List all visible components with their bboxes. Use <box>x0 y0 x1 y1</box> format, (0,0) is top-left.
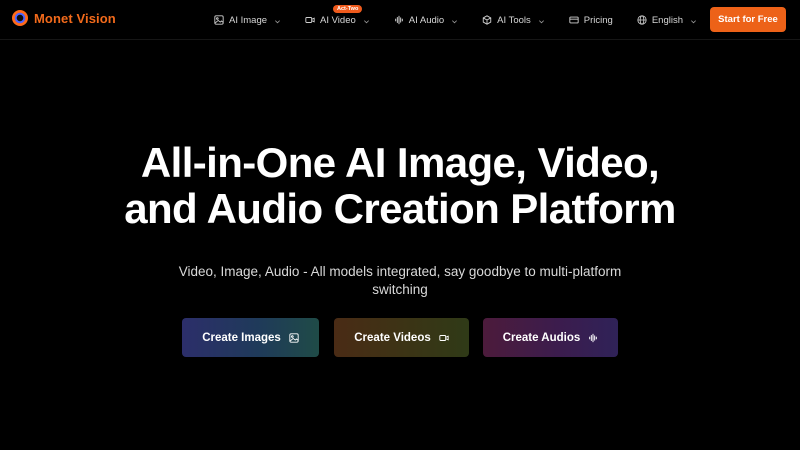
cube-icon <box>482 15 492 25</box>
nav-item-ai-video[interactable]: Act-Two AI Video <box>305 0 370 40</box>
nav-item-ai-audio[interactable]: AI Audio <box>394 0 458 40</box>
audio-icon <box>394 15 404 25</box>
video-icon <box>439 333 449 343</box>
nav-label-pricing: Pricing <box>583 14 613 26</box>
language-selector[interactable]: English <box>637 0 697 40</box>
hero-title-line-1: All-in-One AI Image, Video, <box>140 139 660 186</box>
page: Monet Vision AI Image Act-Two AI Video A… <box>0 0 800 450</box>
audio-wave-icon <box>588 333 598 343</box>
main-nav: AI Image Act-Two AI Video AI Audio AI To… <box>214 0 721 40</box>
nav-item-ai-tools[interactable]: AI Tools <box>482 0 545 40</box>
chevron-down-icon <box>363 17 370 24</box>
chevron-down-icon <box>274 17 281 24</box>
chevron-down-icon <box>538 17 545 24</box>
start-for-free-button[interactable]: Start for Free <box>710 7 786 32</box>
nav-item-pricing[interactable]: Pricing <box>569 0 613 40</box>
nav-label-ai-video: AI Video <box>320 14 356 26</box>
create-audios-label: Create Audios <box>502 331 581 344</box>
nav-label-ai-tools: AI Tools <box>497 14 531 26</box>
top-navbar: Monet Vision AI Image Act-Two AI Video A… <box>0 0 800 40</box>
nav-label-ai-image: AI Image <box>229 14 268 26</box>
create-images-button[interactable]: Create Images <box>182 318 319 357</box>
language-label: English <box>651 14 684 26</box>
image-icon <box>289 332 299 343</box>
act-two-badge: Act-Two <box>333 5 363 13</box>
hero-title: All-in-One AI Image, Video, and Audio Cr… <box>0 140 800 232</box>
create-videos-button[interactable]: Create Videos <box>334 318 469 357</box>
nav-item-ai-image[interactable]: AI Image <box>214 0 281 40</box>
globe-icon <box>637 15 647 25</box>
chevron-down-icon <box>690 17 697 24</box>
nav-label-ai-audio: AI Audio <box>408 14 445 26</box>
brand-name: Monet Vision <box>34 10 116 26</box>
logo-icon <box>12 10 28 26</box>
create-images-label: Create Images <box>202 331 281 344</box>
card-icon <box>569 15 579 25</box>
chevron-down-icon <box>451 17 458 24</box>
create-videos-label: Create Videos <box>354 331 431 344</box>
brand-logo[interactable]: Monet Vision <box>12 10 116 26</box>
video-icon <box>305 15 315 25</box>
hero-title-line-2: and Audio Creation Platform <box>124 185 676 232</box>
create-audios-button[interactable]: Create Audios <box>483 318 618 357</box>
image-icon <box>214 15 224 25</box>
hero-subtitle: Video, Image, Audio - All models integra… <box>178 264 622 297</box>
